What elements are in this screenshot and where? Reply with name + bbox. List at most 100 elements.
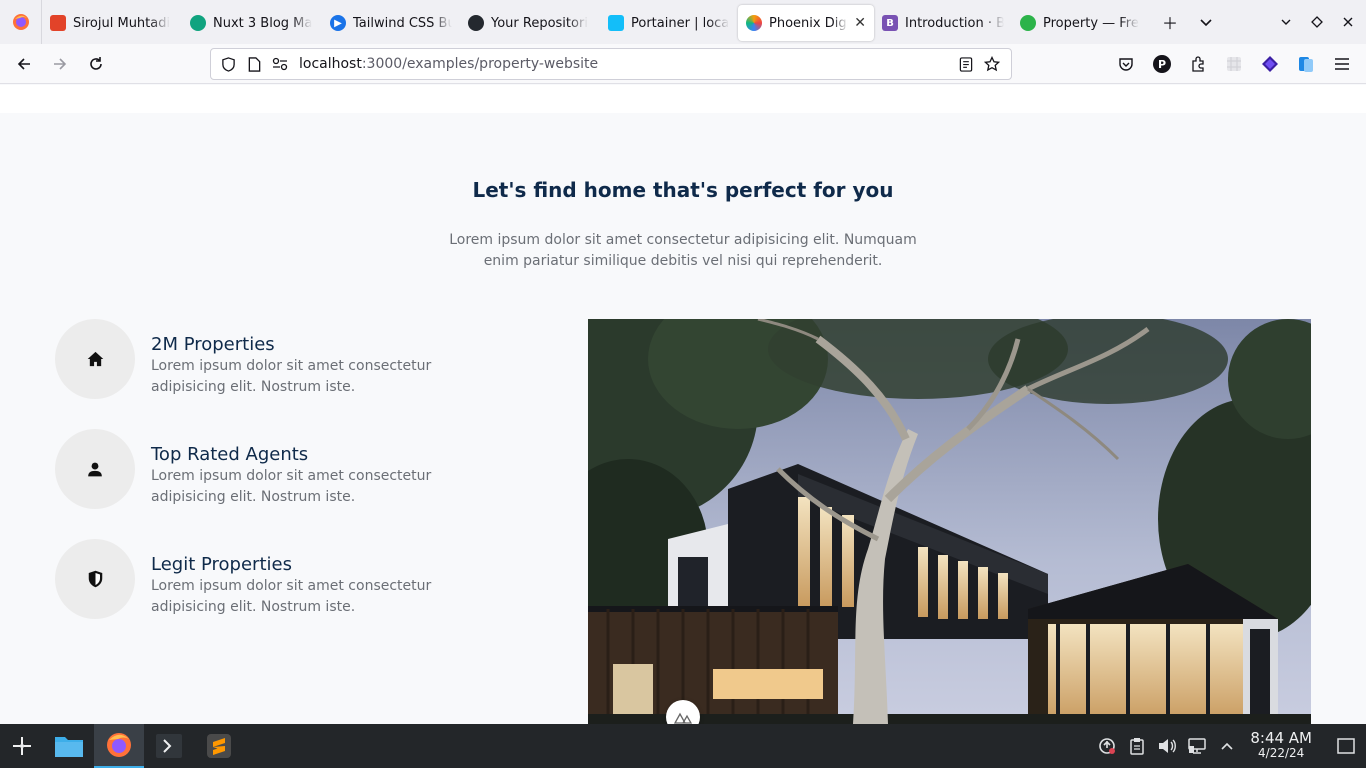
clock-time: 8:44 AM [1250, 729, 1312, 747]
network-tray-icon[interactable] [1182, 738, 1212, 754]
system-tray: 8:44 AM 4/22/24 [1092, 724, 1366, 768]
grid-icon [1227, 57, 1241, 71]
tab-label: Sirojul Muhtadi [73, 15, 171, 31]
modern-house-illustration [588, 319, 1311, 724]
page-icon[interactable] [241, 56, 267, 72]
tray-expand-arrow-icon[interactable] [1212, 741, 1242, 751]
list-all-tabs-button[interactable] [1188, 4, 1224, 40]
layers-icon [1262, 56, 1278, 72]
extensions-button[interactable] [1180, 48, 1216, 80]
extension-clipboard-button[interactable] [1288, 48, 1324, 80]
hamburger-menu-icon [1335, 58, 1349, 70]
navigation-toolbar: localhost:3000/examples/property-website… [0, 44, 1366, 84]
portainer-icon [608, 15, 624, 31]
tab-5-active[interactable]: Phoenix Digi ✕ [738, 5, 874, 41]
plus-icon: ＋ [1161, 14, 1178, 33]
folder-icon [55, 737, 83, 757]
tab-4[interactable]: Portainer | loca [600, 5, 738, 41]
tab-label: Nuxt 3 Blog Ma [213, 15, 313, 31]
clock-date: 4/22/24 [1258, 746, 1305, 760]
pocket-icon [1119, 58, 1133, 71]
tab-label: Introduction · B [905, 15, 1004, 31]
feature-title: Top Rated Agents [151, 444, 309, 465]
section-heading: Let's find home that's perfect for you [472, 178, 894, 202]
os-taskbar: 8:44 AM 4/22/24 [0, 724, 1366, 768]
person-icon [88, 462, 102, 476]
feature-title: 2M Properties [151, 334, 275, 355]
url-host: localhost [299, 56, 362, 72]
leaf-icon [1020, 15, 1036, 31]
bootstrap-icon: B [882, 15, 898, 31]
tracking-shield-icon[interactable] [215, 56, 241, 72]
extension-grid-button[interactable] [1216, 48, 1252, 80]
shield-icon [88, 570, 102, 588]
tab-label: Your Repositori [491, 15, 588, 31]
tab-3[interactable]: Your Repositori [460, 5, 600, 41]
feature-description: Lorem ipsum dolor sit amet consectetur a… [151, 578, 432, 615]
taskbar-sublime-text[interactable] [194, 724, 244, 768]
permissions-icon[interactable] [267, 57, 293, 71]
tab-label: Property — Fre [1043, 15, 1139, 31]
taskbar-file-manager[interactable] [44, 724, 94, 768]
chevron-down-icon [1281, 19, 1291, 25]
updates-tray-icon[interactable] [1092, 737, 1122, 755]
taskbar-terminal[interactable] [144, 724, 194, 768]
kde-launcher-icon [13, 737, 31, 755]
tab-label: Portainer | loca [631, 15, 730, 31]
extension-layers-button[interactable] [1252, 48, 1288, 80]
close-tab-icon[interactable]: ✕ [854, 15, 866, 31]
feature-icon-circle [55, 539, 135, 619]
section-description: Lorem ipsum dolor sit amet consectetur a… [449, 232, 917, 269]
digital-clock[interactable]: 8:44 AM 4/22/24 [1250, 731, 1312, 761]
firefox-view-button[interactable] [0, 0, 42, 44]
new-tab-button[interactable]: ＋ [1152, 4, 1188, 40]
puzzle-icon [1192, 56, 1204, 72]
feature-title: Legit Properties [151, 554, 292, 575]
reload-button[interactable] [78, 48, 114, 80]
pocket-button[interactable] [1108, 48, 1144, 80]
home-icon [87, 351, 103, 367]
back-button[interactable] [6, 48, 42, 80]
gitlab-icon [50, 15, 66, 31]
tab-2[interactable]: ▶ Tailwind CSS Bu [322, 5, 460, 41]
window-minimize-button[interactable] [1268, 4, 1304, 40]
tab-label: Tailwind CSS Bu [353, 15, 452, 31]
forward-button[interactable] [42, 48, 78, 80]
app-menu-button[interactable] [1324, 48, 1360, 80]
url-bar[interactable]: localhost:3000/examples/property-website [210, 48, 1012, 80]
terminal-icon [156, 734, 182, 758]
chatgpt-icon [190, 15, 206, 31]
tab-0[interactable]: Sirojul Muhtadi [42, 5, 182, 41]
application-launcher[interactable] [0, 724, 44, 768]
feature-properties: 2M Properties Lorem ipsum dolor sit amet… [55, 319, 475, 399]
volume-tray-icon[interactable] [1152, 738, 1182, 754]
arrow-right-icon [54, 57, 67, 70]
firefox-icon [107, 733, 131, 757]
github-icon [468, 15, 484, 31]
account-button[interactable]: P [1144, 48, 1180, 80]
site-header-strip [0, 85, 1366, 113]
reader-view-icon[interactable] [953, 56, 979, 72]
phoenix-icon [746, 15, 762, 31]
diamond-icon [1311, 16, 1323, 28]
window-maximize-button[interactable] [1304, 4, 1330, 40]
window-close-button[interactable] [1330, 4, 1366, 40]
tab-6[interactable]: B Introduction · B [874, 5, 1012, 41]
bookmark-star-icon[interactable] [979, 56, 1005, 72]
feature-description: Lorem ipsum dolor sit amet consectetur a… [151, 358, 432, 395]
show-desktop-button[interactable] [1326, 738, 1366, 754]
tab-label: Phoenix Digi [769, 15, 849, 31]
play-icon: ▶ [330, 15, 346, 31]
sublime-text-icon [207, 734, 231, 758]
url-path: :3000/examples/property-website [361, 56, 599, 72]
url-text[interactable]: localhost:3000/examples/property-website [299, 56, 953, 72]
feature-icon-circle [55, 429, 135, 509]
nuxt-icon [674, 712, 692, 724]
feature-legit: Legit Properties Lorem ipsum dolor sit a… [55, 539, 475, 619]
house-photo [588, 319, 1311, 724]
profile-p-icon: P [1153, 55, 1171, 73]
taskbar-firefox[interactable] [94, 724, 144, 768]
tab-7[interactable]: Property — Fre [1012, 5, 1152, 41]
tab-1[interactable]: Nuxt 3 Blog Ma [182, 5, 322, 41]
clipboard-tray-icon[interactable] [1122, 737, 1152, 755]
